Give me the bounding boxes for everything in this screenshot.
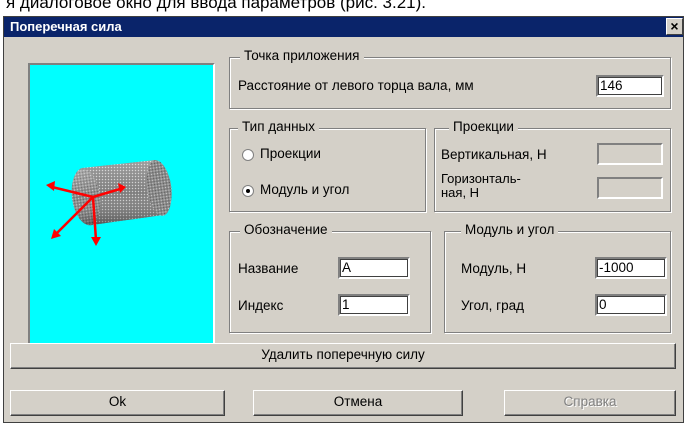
data-type-group: Тип данных Проекции Модуль и угол [229, 119, 426, 212]
horizontal-input[interactable] [597, 177, 663, 199]
delete-force-label: Удалить поперечную силу [261, 347, 425, 362]
radio-module-angle[interactable] [242, 185, 254, 197]
index-label: Индекс [238, 298, 284, 313]
ok-button[interactable]: Ok [10, 390, 225, 416]
designation-group: Обозначение Название A Индекс 1 [229, 222, 431, 333]
radio-projections-label[interactable]: Проекции [260, 146, 321, 161]
angle-label: Угол, град [461, 298, 525, 313]
ok-label: Ok [108, 394, 127, 409]
shaft-icon [71, 160, 172, 226]
close-button[interactable]: × [666, 18, 683, 35]
cancel-button[interactable]: Отмена [253, 390, 463, 416]
distance-input[interactable]: 146 [596, 75, 664, 97]
application-point-legend: Точка приложения [240, 48, 364, 63]
designation-legend: Обозначение [240, 222, 332, 237]
data-type-legend: Тип данных [238, 119, 320, 134]
help-button[interactable]: Справка [504, 390, 676, 416]
radio-module-angle-label[interactable]: Модуль и угол [260, 182, 349, 197]
help-label: Справка [563, 394, 617, 409]
cancel-label: Отмена [333, 394, 383, 409]
angle-input[interactable]: 0 [595, 294, 667, 316]
module-label: Модуль, Н [461, 261, 527, 276]
projections-legend: Проекции [449, 119, 518, 134]
module-angle-legend: Модуль и угол [461, 222, 559, 237]
radio-projections[interactable] [242, 149, 254, 161]
application-point-group: Точка приложения Расстояние от левого то… [229, 48, 671, 109]
title-bar: Поперечная сила × [4, 17, 683, 37]
index-input[interactable]: 1 [338, 294, 410, 316]
module-input[interactable]: -1000 [595, 257, 667, 279]
distance-label: Расстояние от левого торца вала, мм [238, 78, 474, 93]
dialog-title: Поперечная сила [10, 19, 122, 34]
name-input[interactable]: A [338, 257, 410, 279]
vertical-input[interactable] [597, 143, 663, 165]
projections-group: Проекции Вертикальная, Н Горизонталь-ная… [434, 119, 671, 212]
shaft-preview [28, 63, 215, 357]
transverse-force-dialog: Поперечная сила × Точка приложения Расст… [3, 16, 684, 423]
horizontal-label: Горизонталь-ная, Н [441, 171, 521, 200]
module-angle-group: Модуль и угол Модуль, Н -1000 Угол, град… [444, 222, 671, 333]
vertical-label: Вертикальная, Н [441, 147, 547, 162]
shaft-force-illustration [46, 160, 172, 246]
name-label: Название [238, 261, 299, 276]
close-icon: × [670, 18, 679, 34]
delete-force-button[interactable]: Удалить поперечную силу [10, 343, 676, 369]
